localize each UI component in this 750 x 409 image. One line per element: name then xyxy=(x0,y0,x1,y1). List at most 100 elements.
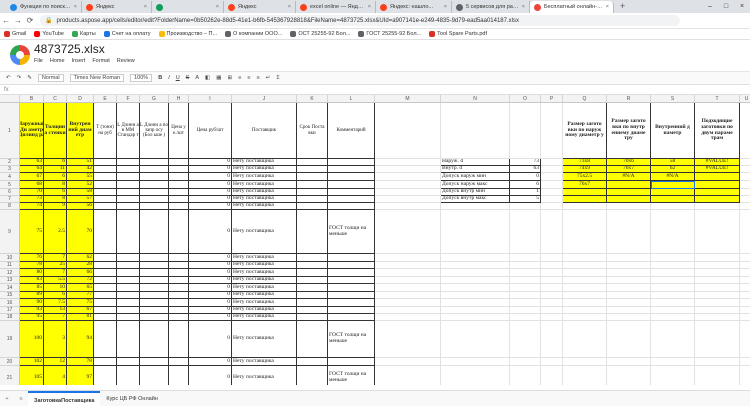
empty-cell[interactable] xyxy=(375,269,441,277)
empty-cell[interactable] xyxy=(441,203,510,210)
empty-cell[interactable] xyxy=(441,210,510,254)
empty-cell[interactable] xyxy=(607,254,651,262)
data-cell[interactable]: 72 xyxy=(67,277,94,284)
data-cell[interactable] xyxy=(328,189,375,196)
column-header[interactable]: G xyxy=(140,95,169,103)
empty-cell[interactable] xyxy=(563,203,607,210)
row-header[interactable]: 8 xyxy=(0,203,20,210)
data-cell[interactable] xyxy=(140,196,169,203)
data-cell[interactable]: Нету поставщика xyxy=(232,181,297,189)
data-cell[interactable] xyxy=(328,203,375,210)
data-cell[interactable] xyxy=(94,173,117,181)
row-header[interactable]: 15 xyxy=(0,292,20,299)
data-cell[interactable]: Нету поставщика xyxy=(232,358,297,366)
empty-cell[interactable] xyxy=(607,366,651,385)
sheet-list-icon[interactable]: ≡ xyxy=(14,396,28,402)
bookmark-item[interactable]: ОСТ 25255-92 Бол... xyxy=(290,31,350,37)
data-cell[interactable] xyxy=(94,210,117,254)
empty-cell[interactable] xyxy=(441,358,510,366)
empty-cell[interactable] xyxy=(607,358,651,366)
data-cell[interactable] xyxy=(117,314,140,321)
data-cell[interactable]: Нету поставщика xyxy=(232,269,297,277)
data-cell[interactable]: 7.5 xyxy=(44,299,67,307)
data-cell[interactable]: 90 xyxy=(20,299,44,307)
param-value-cell[interactable]: 1 xyxy=(510,189,541,196)
data-cell[interactable]: 95 xyxy=(20,314,44,321)
data-cell[interactable]: Нету поставщика xyxy=(232,299,297,307)
empty-cell[interactable] xyxy=(563,292,607,299)
empty-cell[interactable] xyxy=(510,203,541,210)
param-value-cell[interactable]: 6 xyxy=(510,181,541,189)
empty-cell[interactable] xyxy=(541,196,563,203)
param-label-cell[interactable]: Допуск наруж макс xyxy=(441,181,510,189)
data-cell[interactable] xyxy=(94,307,117,314)
empty-cell[interactable] xyxy=(541,181,563,189)
result-header-cell[interactable]: Размер загото вки по внутр еннему диаме … xyxy=(607,103,651,159)
empty-cell[interactable] xyxy=(740,173,750,181)
empty-cell[interactable] xyxy=(740,166,750,173)
empty-cell[interactable] xyxy=(541,299,563,307)
data-cell[interactable] xyxy=(297,321,328,358)
empty-cell[interactable] xyxy=(740,277,750,284)
data-cell[interactable]: Нету поставщика xyxy=(232,307,297,314)
empty-cell[interactable] xyxy=(740,210,750,254)
data-cell[interactable] xyxy=(328,284,375,292)
data-cell[interactable] xyxy=(297,307,328,314)
data-cell[interactable]: 7 xyxy=(44,269,67,277)
data-cell[interactable]: 78 xyxy=(67,358,94,366)
empty-cell[interactable] xyxy=(695,210,740,254)
data-cell[interactable] xyxy=(328,196,375,203)
wrap-text-icon[interactable]: ↵ xyxy=(266,75,271,81)
empty-cell[interactable] xyxy=(375,103,441,159)
data-cell[interactable] xyxy=(169,203,189,210)
empty-cell[interactable] xyxy=(441,314,510,321)
bookmark-item[interactable]: Производство – П... xyxy=(158,31,217,37)
zoom-dropdown[interactable]: 100% xyxy=(130,74,153,82)
empty-cell[interactable] xyxy=(441,103,510,159)
minimize-button[interactable]: – xyxy=(702,0,718,13)
empty-cell[interactable] xyxy=(375,189,441,196)
data-cell[interactable] xyxy=(169,254,189,262)
empty-cell[interactable] xyxy=(695,314,740,321)
empty-cell[interactable] xyxy=(510,358,541,366)
table-header-cell[interactable]: Толщин а стенки xyxy=(44,103,67,159)
empty-cell[interactable] xyxy=(607,262,651,269)
data-cell[interactable] xyxy=(169,284,189,292)
param-value-cell[interactable]: 0 xyxy=(510,173,541,181)
data-cell[interactable] xyxy=(169,358,189,366)
data-cell[interactable] xyxy=(169,277,189,284)
data-cell[interactable]: 100 xyxy=(20,321,44,358)
data-cell[interactable] xyxy=(169,307,189,314)
data-cell[interactable] xyxy=(117,277,140,284)
param-value-cell[interactable]: 63 xyxy=(510,166,541,173)
row-header[interactable]: 7 xyxy=(0,196,20,203)
tab-close-icon[interactable]: × xyxy=(141,4,147,10)
result-cell[interactable] xyxy=(651,181,695,189)
empty-cell[interactable] xyxy=(541,103,563,159)
empty-cell[interactable] xyxy=(441,262,510,269)
data-cell[interactable] xyxy=(328,166,375,173)
reload-icon[interactable]: ⟳ xyxy=(24,16,36,25)
data-cell[interactable]: 0 xyxy=(189,277,232,284)
data-cell[interactable] xyxy=(117,159,140,166)
data-cell[interactable] xyxy=(94,189,117,196)
table-header-cell[interactable]: Наружный Ди аметр Цилинд ра xyxy=(20,103,44,159)
column-header[interactable]: B xyxy=(20,95,44,103)
result-cell[interactable]: 74х9 xyxy=(563,166,607,173)
empty-cell[interactable] xyxy=(541,210,563,254)
column-header[interactable]: S xyxy=(651,95,695,103)
empty-cell[interactable] xyxy=(740,269,750,277)
table-header-cell[interactable]: Срок Поста вки xyxy=(297,103,328,159)
result-cell[interactable] xyxy=(607,189,651,196)
data-cell[interactable] xyxy=(94,358,117,366)
table-header-cell[interactable]: Т (тонн) на руб xyxy=(94,103,117,159)
column-header[interactable]: U xyxy=(740,95,750,103)
text-color-icon[interactable]: A xyxy=(195,75,199,81)
data-cell[interactable]: ГОСТ толщи на меньше xyxy=(328,321,375,358)
column-header[interactable]: K xyxy=(297,95,328,103)
empty-cell[interactable] xyxy=(541,159,563,166)
result-header-cell[interactable]: Размер загото вки по наруж ному диаметр … xyxy=(563,103,607,159)
data-cell[interactable]: 97 xyxy=(67,366,94,385)
column-header[interactable]: J xyxy=(232,95,297,103)
row-header[interactable]: 19 xyxy=(0,321,20,358)
